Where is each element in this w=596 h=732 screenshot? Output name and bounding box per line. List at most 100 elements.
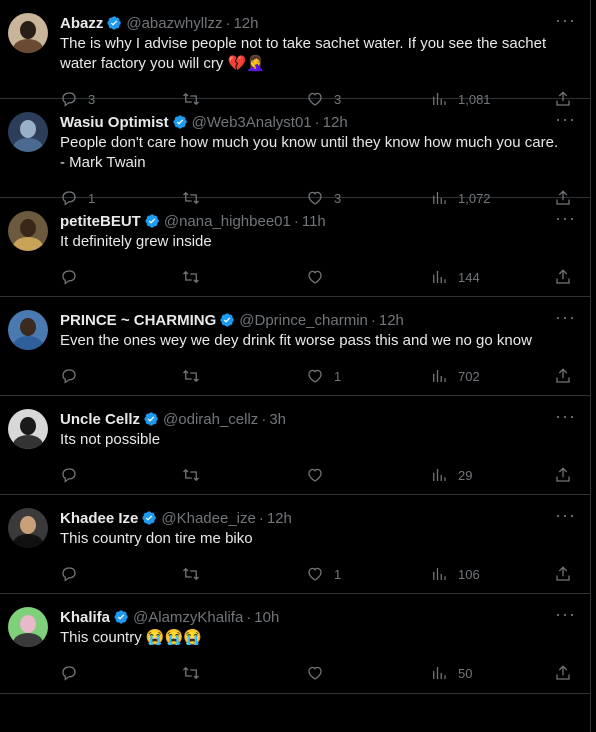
more-icon[interactable]: ··· [555, 208, 576, 229]
timestamp[interactable]: 10h [254, 609, 279, 626]
tweet[interactable]: PRINCE ~ CHARMING @Dprince_charmin · 12h… [0, 297, 590, 396]
retweet-button[interactable] [182, 268, 210, 286]
avatar[interactable] [8, 211, 48, 251]
like-icon [308, 270, 322, 284]
retweet-button[interactable] [182, 664, 210, 682]
like-button[interactable] [306, 664, 334, 682]
like-icon [308, 369, 322, 383]
tweet-header: petiteBEUT @nana_highbee01 · 11h [60, 210, 574, 232]
verified-icon [173, 115, 187, 129]
reply-button[interactable] [60, 664, 88, 682]
timestamp[interactable]: 12h [323, 114, 348, 131]
view-count: 29 [458, 467, 473, 483]
timestamp[interactable]: 3h [269, 411, 286, 428]
like-button[interactable]: 1 [306, 367, 341, 385]
verified-icon [220, 313, 235, 327]
views-button[interactable]: 144 [430, 268, 480, 286]
display-name[interactable]: Abazz [60, 15, 103, 32]
avatar-body [13, 336, 43, 350]
avatar-face [20, 318, 36, 336]
reply-button[interactable] [60, 268, 88, 286]
avatar-face [20, 120, 36, 138]
user-handle[interactable]: @AlamzyKhalifa [133, 609, 243, 626]
view-count: 144 [458, 269, 480, 285]
user-handle[interactable]: @abazwhyllzz [126, 15, 222, 32]
more-icon[interactable]: ··· [555, 604, 576, 625]
action-bar: 1 702 [60, 359, 574, 397]
reply-icon [62, 567, 76, 582]
timestamp[interactable]: 12h [267, 510, 292, 527]
tweet[interactable]: Abazz @abazwhyllzz · 12h ··· The is why … [0, 0, 590, 107]
tweet[interactable]: petiteBEUT @nana_highbee01 · 11h ··· It … [0, 198, 590, 297]
share-icon [556, 665, 570, 680]
separator-dot: · [314, 113, 320, 131]
share-button[interactable] [554, 565, 572, 583]
timestamp[interactable]: 11h [302, 213, 326, 230]
like-button[interactable] [306, 268, 334, 286]
like-button[interactable]: 1 [306, 565, 341, 583]
display-name[interactable]: PRINCE ~ CHARMING [60, 312, 216, 329]
share-icon [556, 467, 570, 482]
avatar[interactable] [8, 607, 48, 647]
timestamp[interactable]: 12h [379, 312, 404, 329]
reply-button[interactable] [60, 466, 88, 484]
share-icon [556, 566, 570, 581]
retweet-icon [183, 666, 199, 680]
user-handle[interactable]: @odirah_cellz [163, 411, 258, 428]
share-icon [556, 269, 570, 284]
views-button[interactable]: 106 [430, 565, 480, 583]
user-handle[interactable]: @nana_highbee01 [164, 213, 291, 230]
avatar-body [13, 633, 43, 647]
tweet[interactable]: Wasiu Optimist @Web3Analyst01 · 12h ··· … [0, 99, 590, 206]
more-icon[interactable]: ··· [555, 307, 576, 328]
views-button[interactable]: 50 [430, 664, 472, 682]
reply-icon [62, 270, 76, 285]
views-button[interactable]: 29 [430, 466, 472, 484]
separator-dot: · [370, 311, 376, 329]
tweet-text: This country don tire me biko [60, 530, 253, 547]
avatar[interactable] [8, 112, 48, 152]
more-icon[interactable]: ··· [555, 406, 576, 427]
retweet-button[interactable] [182, 565, 210, 583]
reply-feed: Abazz @abazwhyllzz · 12h ··· The is why … [0, 0, 591, 732]
views-icon [433, 568, 446, 580]
share-button[interactable] [554, 466, 572, 484]
user-handle[interactable]: @Khadee_ize [161, 510, 255, 527]
avatar-body [13, 435, 43, 449]
like-button[interactable] [306, 466, 334, 484]
tweet[interactable]: Khalifa @AlamzyKhalifa · 10h ··· This co… [0, 594, 590, 694]
share-button[interactable] [554, 367, 572, 385]
tweet-text: Its not possible [60, 431, 161, 448]
more-icon[interactable]: ··· [555, 505, 576, 526]
tweet-header: Wasiu Optimist @Web3Analyst01 · 12h [60, 111, 574, 133]
more-icon[interactable]: ··· [555, 109, 576, 130]
avatar[interactable] [8, 508, 48, 548]
avatar-body [13, 534, 43, 548]
avatar[interactable] [8, 310, 48, 350]
share-button[interactable] [554, 268, 572, 286]
user-handle[interactable]: @Dprince_charmin [239, 312, 368, 329]
tweet-text: It definitely grew inside [60, 233, 212, 250]
reply-button[interactable] [60, 367, 88, 385]
display-name[interactable]: petiteBEUT [60, 213, 141, 230]
verified-icon [142, 511, 157, 525]
timestamp[interactable]: 12h [233, 15, 258, 32]
verified-icon [144, 412, 158, 426]
display-name[interactable]: Khalifa [60, 609, 110, 626]
display-name[interactable]: Wasiu Optimist [60, 114, 169, 131]
reply-button[interactable] [60, 565, 88, 583]
tweet[interactable]: Khadee Ize @Khadee_ize · 12h ··· This co… [0, 495, 590, 594]
user-handle[interactable]: @Web3Analyst01 [192, 114, 312, 131]
more-icon[interactable]: ··· [555, 10, 576, 31]
retweet-button[interactable] [182, 367, 210, 385]
views-button[interactable]: 702 [430, 367, 480, 385]
display-name[interactable]: Uncle Cellz [60, 411, 140, 428]
avatar[interactable] [8, 13, 48, 53]
display-name[interactable]: Khadee Ize [60, 510, 138, 527]
avatar[interactable] [8, 409, 48, 449]
retweet-button[interactable] [182, 466, 210, 484]
tweet[interactable]: Uncle Cellz @odirah_cellz · 3h ··· Its n… [0, 396, 590, 495]
view-count: 106 [458, 566, 480, 582]
tweet-header: Khadee Ize @Khadee_ize · 12h [60, 507, 574, 529]
share-button[interactable] [554, 664, 572, 682]
